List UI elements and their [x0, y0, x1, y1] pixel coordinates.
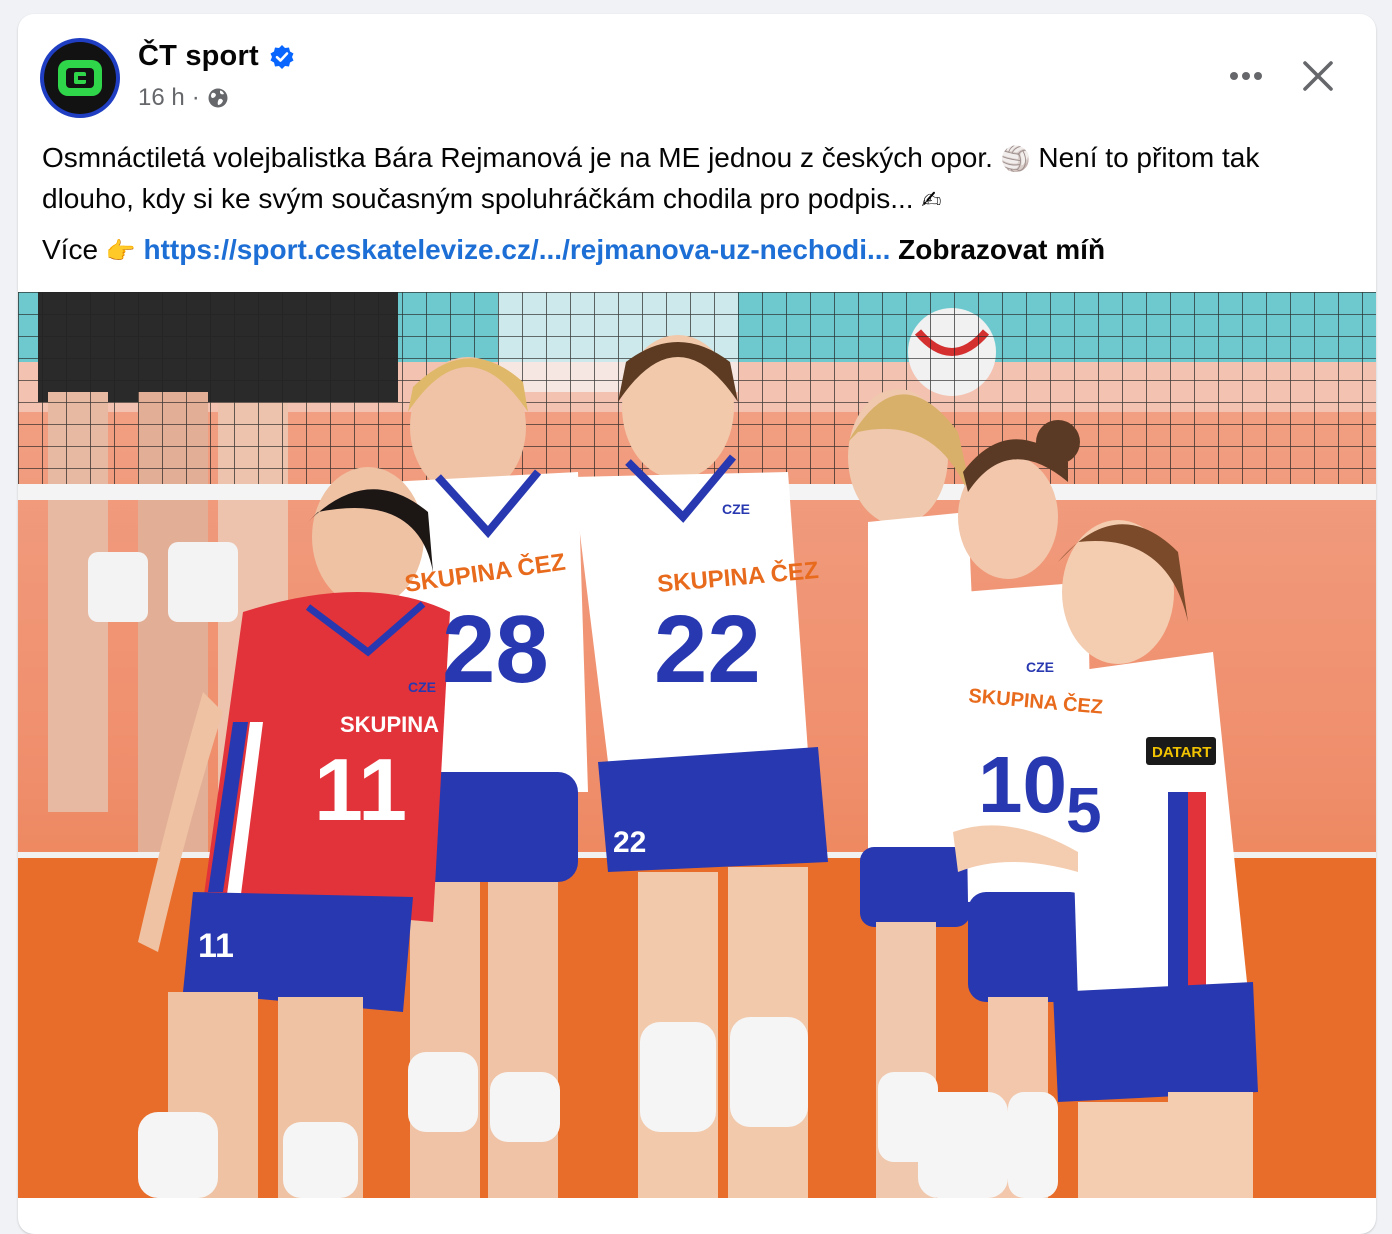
page-name[interactable]: ČT sport [138, 40, 259, 73]
shorts-number-22: 22 [613, 826, 646, 859]
post-header: ČT sport 16 h · [18, 14, 1376, 124]
jersey-country-10: CZE [1026, 659, 1054, 675]
jersey-number-28: 28 [442, 596, 549, 703]
jersey-number-10: 10 [978, 740, 1067, 829]
article-link[interactable]: https://sport.ceskatelevize.cz/.../rejma… [143, 234, 890, 265]
more-options-icon [1230, 72, 1262, 80]
volleyball-emoji: 🏐 [1000, 145, 1031, 173]
show-less-button[interactable]: Zobrazovat míň [898, 234, 1105, 265]
globe-icon [207, 87, 229, 109]
jersey-country-11: CZE [408, 679, 436, 695]
close-icon [1303, 61, 1333, 91]
post-card: ČT sport 16 h · Osmnáctiletá volejbalist… [18, 14, 1376, 1234]
jersey-number-5: 5 [1066, 774, 1102, 846]
more-prefix: Více [42, 234, 99, 265]
post-text: Osmnáctiletá volejbalistka Bára Rejmanov… [42, 138, 1352, 220]
jersey-country-22: CZE [722, 501, 750, 517]
close-button[interactable] [1294, 52, 1342, 100]
meta-separator: · [191, 84, 200, 111]
ct-sport-logo-icon [44, 42, 116, 114]
post-text-main: Osmnáctiletá volejbalistka Bára Rejmanov… [42, 142, 993, 173]
jersey-sponsor-datart: DATART [1152, 744, 1211, 761]
post-link-line: Více 👉 https://sport.ceskatelevize.cz/..… [42, 230, 1352, 271]
more-options-button[interactable] [1218, 54, 1274, 98]
jersey-sponsor-11: SKUPINA ČEZ [340, 712, 488, 737]
page-name-row: ČT sport [138, 40, 295, 73]
post-meta: 16 h · [138, 84, 229, 112]
post-photo[interactable]: SKUPINA ČEZ 28 SKUPINA ČEZ 22 22 SKUPINA… [18, 292, 1376, 1198]
jersey-number-22: 22 [654, 596, 761, 703]
writing-hand-emoji: ✍ [921, 186, 942, 214]
verified-badge-icon [269, 44, 295, 70]
post-time[interactable]: 16 h [138, 84, 185, 112]
page-avatar[interactable] [40, 38, 120, 118]
pointing-hand-emoji: 👉 [105, 237, 136, 265]
jersey-number-11: 11 [314, 740, 407, 839]
shorts-number-11: 11 [198, 927, 234, 965]
